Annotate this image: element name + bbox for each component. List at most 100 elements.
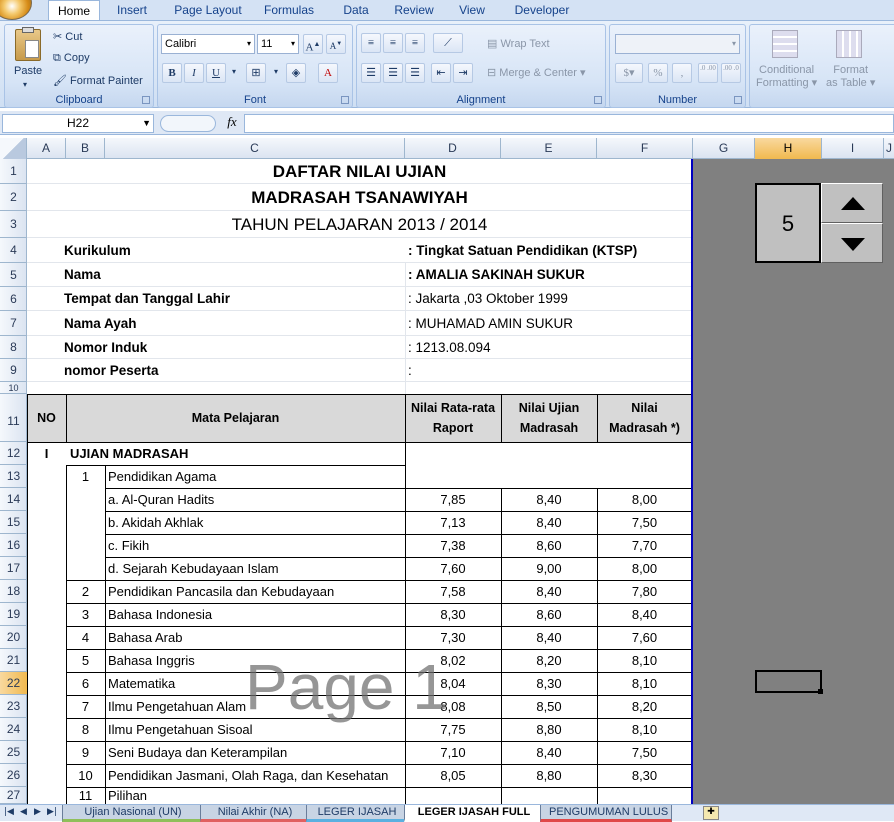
align-left-icon[interactable]: ☰ [361, 63, 381, 83]
column-header-j[interactable]: J [884, 138, 894, 159]
select-all-button[interactable] [0, 138, 27, 159]
row-header-3[interactable]: 3 [0, 211, 27, 238]
orientation-icon[interactable]: ⟋ [433, 33, 463, 53]
row-header-13[interactable]: 13 [0, 465, 27, 488]
percent-button[interactable]: % [648, 63, 668, 83]
last-sheet-icon[interactable]: ▶| [47, 807, 57, 817]
row-header-26[interactable]: 26 [0, 764, 27, 787]
sheet-tab[interactable]: PENGUMUMAN LULUS [540, 805, 672, 822]
row-header-15[interactable]: 15 [0, 511, 27, 534]
sheet-tab[interactable]: LEGER IJASAH [306, 805, 408, 822]
row-header-18[interactable]: 18 [0, 580, 27, 603]
number-format-select[interactable]: ▾ [615, 34, 740, 54]
row-header-4[interactable]: 4 [0, 238, 27, 263]
column-header-h[interactable]: H [755, 138, 822, 159]
format-as-table-button[interactable]: Format as Table ▾ [826, 64, 875, 90]
insert-sheet-icon[interactable]: ✚ [703, 806, 719, 820]
row-header-24[interactable]: 24 [0, 718, 27, 741]
row-header-2[interactable]: 2 [0, 184, 27, 211]
column-header-f[interactable]: F [597, 138, 693, 159]
tab-review[interactable]: Review [388, 0, 440, 20]
row-header-12[interactable]: 12 [0, 442, 27, 465]
font-size-select[interactable]: 11 ▾ [257, 34, 299, 54]
row-header-25[interactable]: 25 [0, 741, 27, 764]
row-header-23[interactable]: 23 [0, 695, 27, 718]
row-header-5[interactable]: 5 [0, 263, 27, 287]
chevron-down-icon[interactable]: ▼ [142, 115, 151, 132]
formula-bar-splitter[interactable] [160, 115, 216, 132]
column-header-g[interactable]: G [693, 138, 755, 159]
shrink-font-button[interactable]: A▼ [326, 34, 346, 54]
tab-data[interactable]: Data [336, 0, 376, 20]
row-header-8[interactable]: 8 [0, 336, 27, 359]
number-launcher-icon[interactable] [734, 96, 742, 104]
tab-page-layout[interactable]: Page Layout [168, 0, 248, 20]
sheet-tab[interactable]: Ujian Nasional (UN) [62, 805, 204, 822]
column-header-e[interactable]: E [501, 138, 597, 159]
row-header-11[interactable]: 11 [0, 394, 27, 442]
row-header-17[interactable]: 17 [0, 557, 27, 580]
cut-button[interactable]: ✂ Cut [53, 30, 82, 43]
row-header-7[interactable]: 7 [0, 311, 27, 336]
font-color-button[interactable]: A [318, 63, 338, 83]
column-header-c[interactable]: C [105, 138, 405, 159]
conditional-formatting-button[interactable]: Conditional Formatting ▾ [756, 64, 817, 90]
column-header-a[interactable]: A [27, 138, 66, 159]
column-header-i[interactable]: I [822, 138, 884, 159]
tab-formulas[interactable]: Formulas [258, 0, 320, 20]
clipboard-launcher-icon[interactable] [142, 96, 150, 104]
row-header-16[interactable]: 16 [0, 534, 27, 557]
row-header-1[interactable]: 1 [0, 159, 27, 184]
comma-button[interactable]: , [672, 63, 692, 83]
row-header-19[interactable]: 19 [0, 603, 27, 626]
tab-home[interactable]: Home [48, 0, 100, 21]
underline-button[interactable]: U [206, 63, 226, 83]
insert-function-button[interactable]: fx [222, 114, 242, 133]
tab-view[interactable]: View [452, 0, 492, 20]
format-as-table-icon[interactable] [836, 30, 862, 58]
format-painter-button[interactable]: 🖌 Format Painter [53, 74, 143, 87]
tab-insert[interactable]: Insert [108, 0, 156, 20]
column-header-b[interactable]: B [66, 138, 105, 159]
row-header-9[interactable]: 9 [0, 359, 27, 382]
paste-icon[interactable] [15, 27, 41, 61]
row-header-21[interactable]: 21 [0, 649, 27, 672]
align-right-icon[interactable]: ☰ [405, 63, 425, 83]
spinner-down-button[interactable] [821, 223, 883, 263]
column-header-d[interactable]: D [405, 138, 501, 159]
active-cell-h22[interactable] [755, 670, 822, 693]
underline-dropdown-icon[interactable]: ▾ [228, 63, 240, 83]
formula-input[interactable] [244, 114, 894, 133]
name-box[interactable]: H22 ▼ [2, 114, 154, 133]
currency-icon[interactable]: $▾ [615, 63, 643, 83]
fill-handle[interactable] [818, 689, 823, 694]
paste-button[interactable]: Paste [14, 65, 42, 77]
next-sheet-icon[interactable]: ▶ [34, 807, 41, 817]
grow-font-button[interactable]: A▲ [303, 34, 323, 54]
align-top-icon[interactable]: ≡ [361, 33, 381, 53]
first-sheet-icon[interactable]: |◀ [4, 807, 14, 817]
sheet-tab[interactable]: LEGER IJASAH FULL [404, 805, 544, 822]
bold-button[interactable]: B [162, 63, 182, 83]
borders-button[interactable]: ⊞ [246, 63, 266, 83]
font-name-select[interactable]: Calibri ▾ [161, 34, 255, 54]
align-middle-icon[interactable]: ≡ [383, 33, 403, 53]
decrease-indent-icon[interactable]: ⇤ [431, 63, 451, 83]
conditional-formatting-icon[interactable] [772, 30, 798, 58]
italic-button[interactable]: I [184, 63, 204, 83]
tab-developer[interactable]: Developer [508, 0, 576, 20]
merge-center-button[interactable]: ⊟ Merge & Center ▾ [487, 66, 586, 79]
align-bottom-icon[interactable]: ≡ [405, 33, 425, 53]
row-header-14[interactable]: 14 [0, 488, 27, 511]
font-launcher-icon[interactable] [341, 96, 349, 104]
prev-sheet-icon[interactable]: ◀ [20, 807, 27, 817]
increase-decimal-button[interactable]: .0 .00 [698, 63, 718, 83]
decrease-decimal-button[interactable]: .00 .0 [721, 63, 741, 83]
row-header-27[interactable]: 27 [0, 787, 27, 804]
increase-indent-icon[interactable]: ⇥ [453, 63, 473, 83]
alignment-launcher-icon[interactable] [594, 96, 602, 104]
spinner-up-button[interactable] [821, 183, 883, 223]
office-button[interactable] [0, 0, 32, 20]
row-header-22[interactable]: 22 [0, 672, 27, 695]
paste-dropdown-icon[interactable]: ▾ [23, 80, 27, 89]
